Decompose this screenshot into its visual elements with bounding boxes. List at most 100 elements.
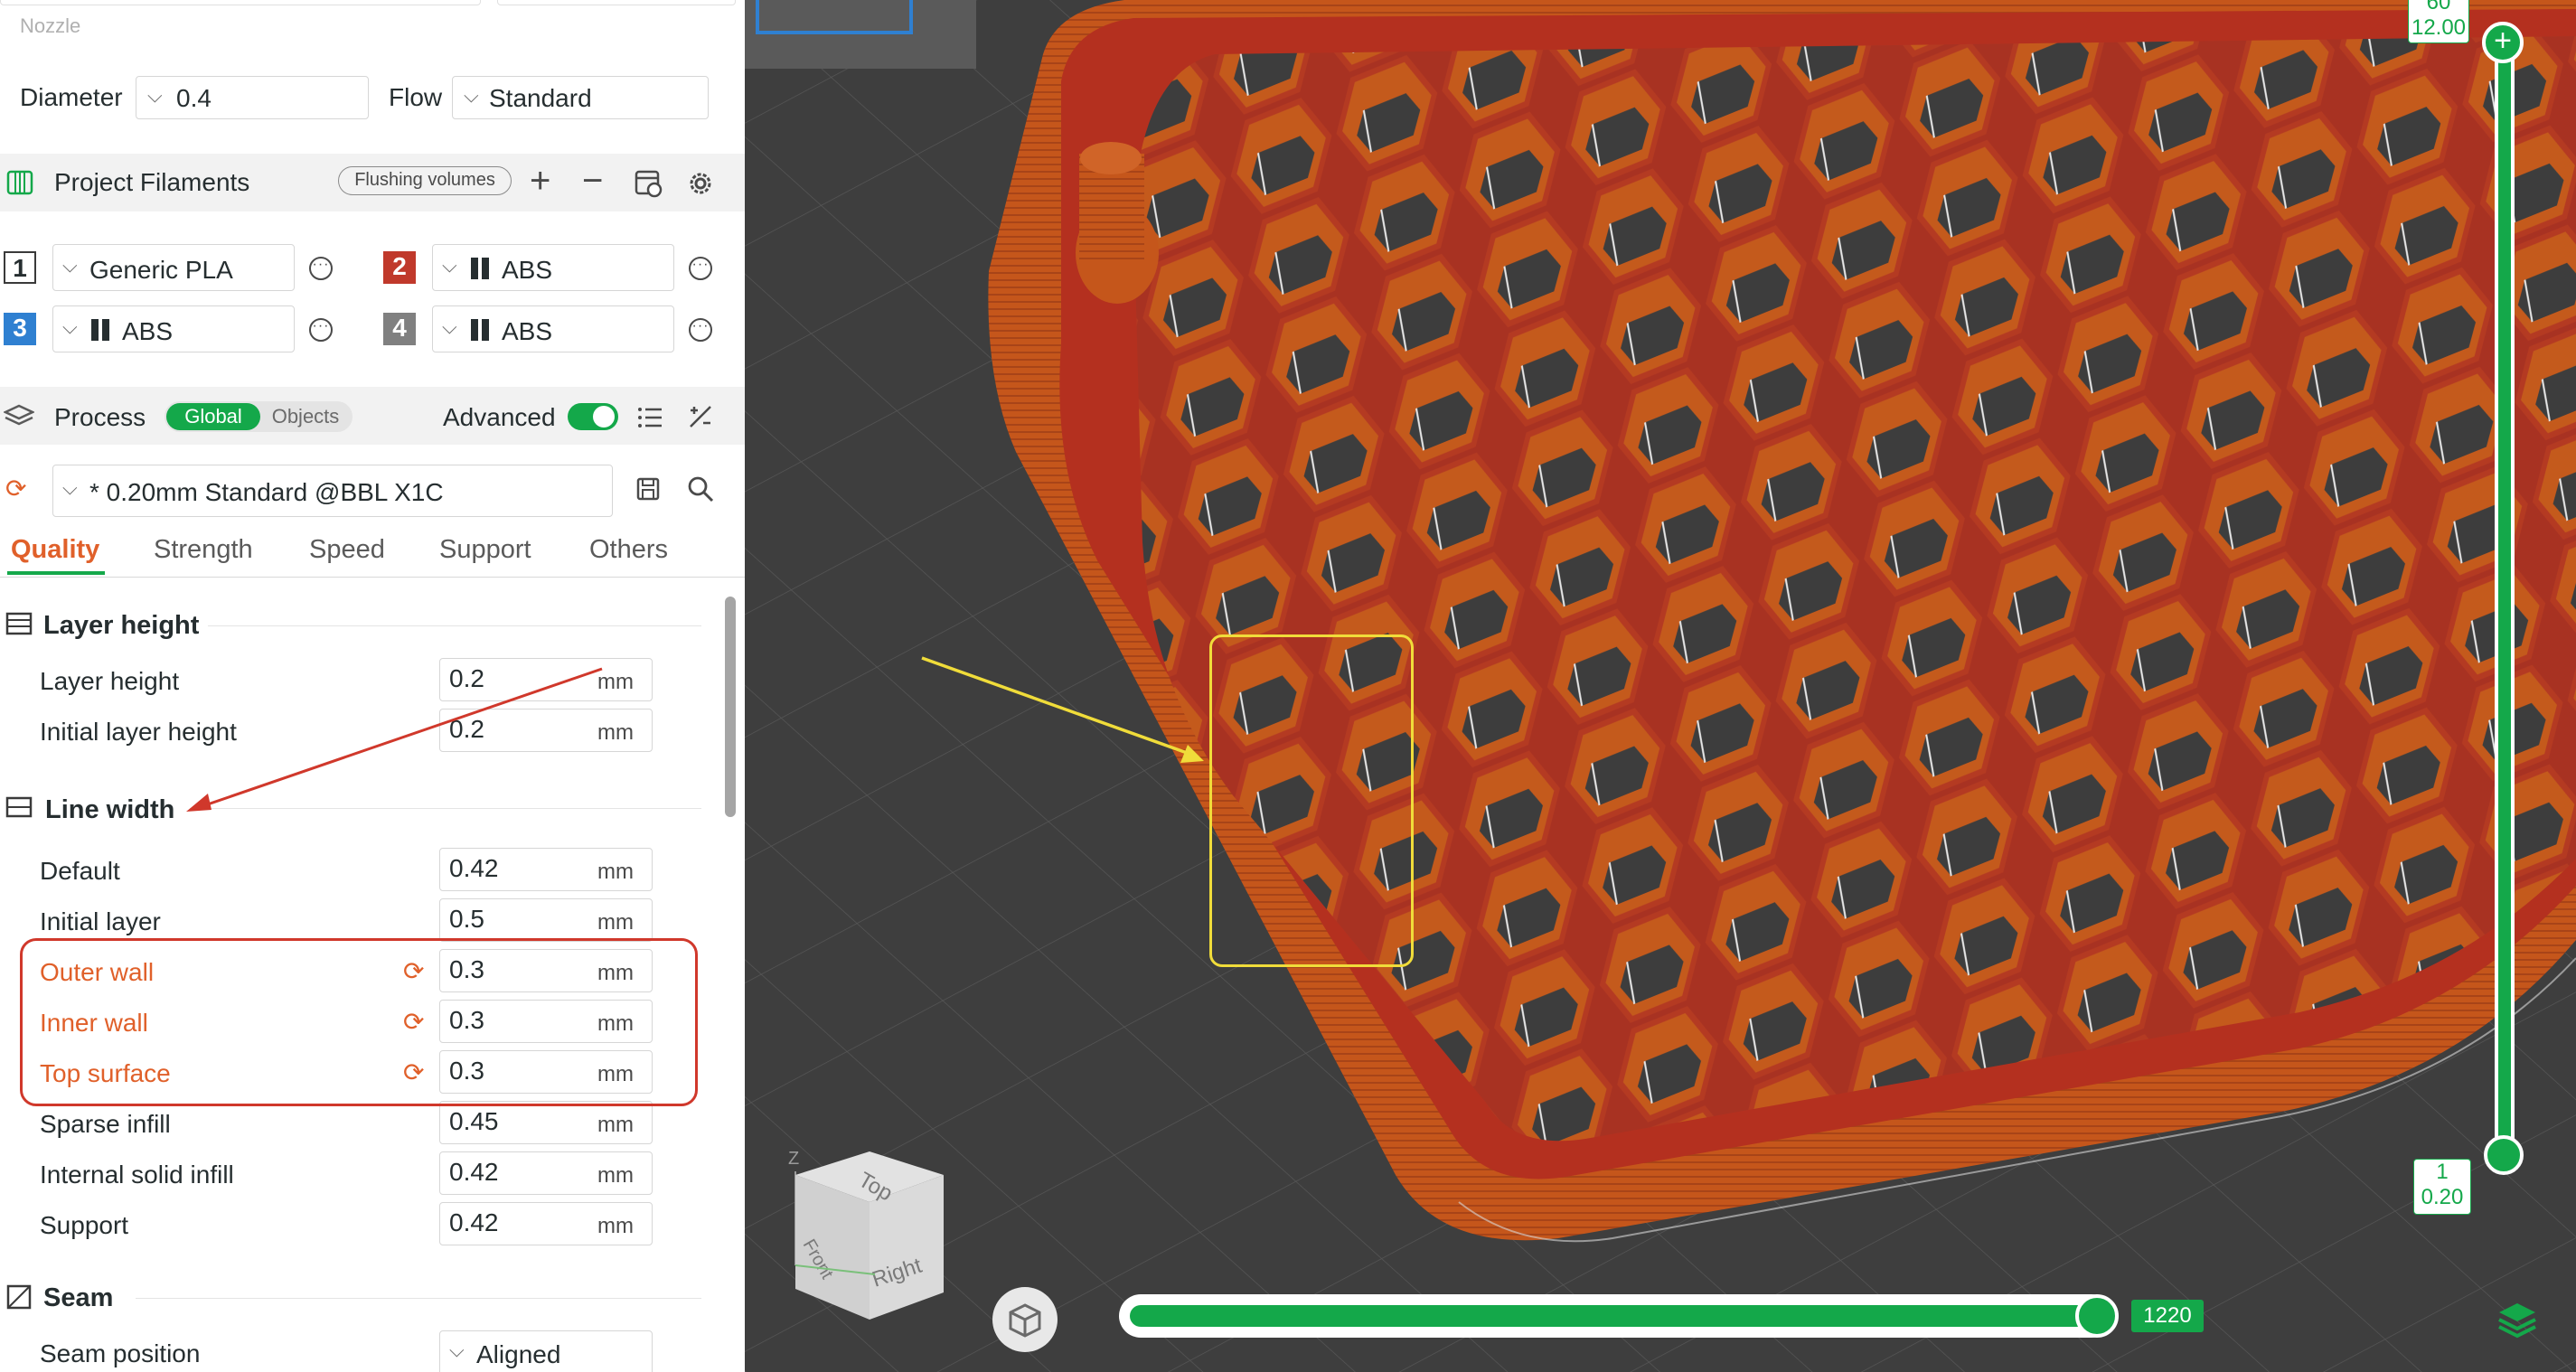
chevron-down-icon: ⌵ <box>449 1339 465 1361</box>
filament-select-2[interactable]: ⌵ ABS <box>432 244 674 291</box>
search-icon[interactable] <box>685 474 716 504</box>
layer-height-input[interactable]: 0.2 mm <box>439 658 653 701</box>
line-width-unit: mm <box>597 1214 634 1238</box>
tabs-divider <box>0 577 745 578</box>
initial-layer-height-label: Initial layer height <box>40 718 237 746</box>
filament-name-1: Generic PLA <box>89 256 233 284</box>
compare-icon[interactable] <box>687 403 714 430</box>
seam-position-select[interactable]: ⌵ Aligned <box>439 1330 653 1372</box>
layers-icon <box>4 404 34 426</box>
tab-strength[interactable]: Strength <box>154 535 253 565</box>
printer-dropdown-stub[interactable] <box>0 0 481 5</box>
flow-select[interactable]: ⌵ Standard <box>452 76 709 119</box>
initial-layer-height-value: 0.2 <box>449 715 484 743</box>
flushing-volumes-button[interactable]: Flushing volumes <box>338 166 512 195</box>
settings-panel: Nozzle Diameter ⌵ 0.4 Flow ⌵ Standard Pr… <box>0 0 745 1372</box>
layer-height-label: Layer height <box>40 667 180 695</box>
line-width-input[interactable]: 0.42 mm <box>439 1151 653 1195</box>
filament-select-4[interactable]: ⌵ ABS <box>432 305 674 352</box>
layer-top-handle[interactable]: + <box>2482 22 2524 63</box>
filament-badge-4[interactable]: 4 <box>383 313 416 345</box>
settings-scrollbar[interactable] <box>725 597 736 817</box>
seam-position-label: Seam position <box>40 1339 201 1367</box>
layer-bottom-number: 1 <box>2436 1160 2449 1184</box>
layer-bottom-height: 0.20 <box>2421 1185 2464 1209</box>
bed-dropdown-stub[interactable] <box>497 0 736 5</box>
chevron-down-icon: ⌵ <box>62 476 78 499</box>
model-render <box>745 0 2576 1372</box>
line-width-value: 0.42 <box>449 1208 499 1236</box>
initial-layer-height-input[interactable]: 0.2 mm <box>439 709 653 752</box>
layer-bottom-handle[interactable] <box>2484 1135 2524 1175</box>
navigation-cube[interactable]: Z Top Front Right <box>785 1148 965 1356</box>
tab-others[interactable]: Others <box>589 535 668 565</box>
more-options-icon[interactable]: ··· <box>309 318 333 342</box>
initial-layer-height-unit: mm <box>597 720 634 745</box>
line-width-input[interactable]: 0.42 mm <box>439 848 653 891</box>
reset-preset-icon[interactable]: ⟳ <box>5 474 26 503</box>
more-options-icon[interactable]: ··· <box>689 257 712 280</box>
line-width-unit: mm <box>597 860 634 884</box>
filament-badge-1[interactable]: 1 <box>4 251 36 284</box>
seam-section-title: Seam <box>43 1283 114 1312</box>
add-filament-icon[interactable]: + <box>530 161 550 202</box>
tab-support[interactable]: Support <box>439 535 531 565</box>
bambu-logo-icon <box>471 258 489 279</box>
line-width-section-title: Line width <box>45 795 175 824</box>
filament-select-1[interactable]: ⌵ Generic PLA <box>52 244 295 291</box>
save-icon[interactable] <box>635 475 662 503</box>
line-width-input[interactable]: 0.45 mm <box>439 1101 653 1144</box>
remove-filament-icon[interactable]: − <box>582 161 603 202</box>
line-width-value: 0.5 <box>449 905 484 933</box>
line-width-value: 0.42 <box>449 854 499 882</box>
filament-name-3: ABS <box>122 317 174 345</box>
layer-top-height: 12.00 <box>2411 15 2467 40</box>
objects-toggle-option[interactable]: Objects <box>262 403 349 430</box>
line-width-label: Sparse infill <box>40 1110 171 1138</box>
line-width-label: Default <box>40 857 120 885</box>
3d-viewport[interactable]: + 60 12.00 1 0.20 1220 Z Top Front Right <box>745 0 2576 1372</box>
line-width-value: 0.42 <box>449 1158 499 1186</box>
line-width-label: Internal solid infill <box>40 1161 234 1189</box>
list-icon[interactable] <box>636 405 663 430</box>
filament-name-2: ABS <box>502 256 553 284</box>
chevron-down-icon: ⌵ <box>147 84 163 107</box>
chevron-down-icon: ⌵ <box>62 254 78 277</box>
chevron-down-icon: ⌵ <box>442 254 457 277</box>
flow-label: Flow <box>389 83 443 111</box>
line-width-value: 0.45 <box>449 1107 499 1135</box>
layer-slider-track[interactable] <box>2495 36 2515 1157</box>
tab-speed[interactable]: Speed <box>309 535 385 565</box>
layer-top-number: 60 <box>2426 0 2451 14</box>
line-width-input[interactable]: 0.5 mm <box>439 898 653 942</box>
move-slider-handle[interactable] <box>2075 1294 2119 1338</box>
process-preset-select[interactable]: ⌵ * 0.20mm Standard @BBL X1C <box>52 465 613 517</box>
filament-sync-icon[interactable] <box>633 168 663 199</box>
layer-height-value: 0.2 <box>449 664 484 692</box>
seam-icon <box>6 1284 32 1310</box>
filament-select-3[interactable]: ⌵ ABS <box>52 305 295 352</box>
line-width-unit: mm <box>597 910 634 935</box>
filament-badge-3[interactable]: 3 <box>4 313 36 345</box>
bambu-logo-icon <box>471 319 489 341</box>
line-width-unit: mm <box>597 1163 634 1188</box>
layers-toggle-icon[interactable] <box>2495 1298 2540 1343</box>
diameter-select[interactable]: ⌵ 0.4 <box>136 76 369 119</box>
advanced-label: Advanced <box>443 403 556 431</box>
more-options-icon[interactable]: ··· <box>309 257 333 280</box>
gear-icon[interactable] <box>685 168 716 199</box>
bambu-logo-icon <box>91 319 109 341</box>
layer-height-section-title: Layer height <box>43 611 200 640</box>
view-cube-reset-icon[interactable] <box>992 1287 1058 1352</box>
axis-z-label: Z <box>788 1149 799 1169</box>
filament-badge-2[interactable]: 2 <box>383 251 416 284</box>
layer-bottom-label: 1 0.20 <box>2413 1159 2471 1215</box>
more-options-icon[interactable]: ··· <box>689 318 712 342</box>
tab-quality[interactable]: Quality <box>11 535 99 565</box>
move-slider-fill <box>1130 1305 2088 1327</box>
line-width-input[interactable]: 0.42 mm <box>439 1202 653 1245</box>
switch-knob <box>593 406 615 428</box>
global-toggle-option[interactable]: Global <box>166 403 260 430</box>
line-width-label: Support <box>40 1211 129 1239</box>
advanced-switch[interactable] <box>568 403 618 430</box>
